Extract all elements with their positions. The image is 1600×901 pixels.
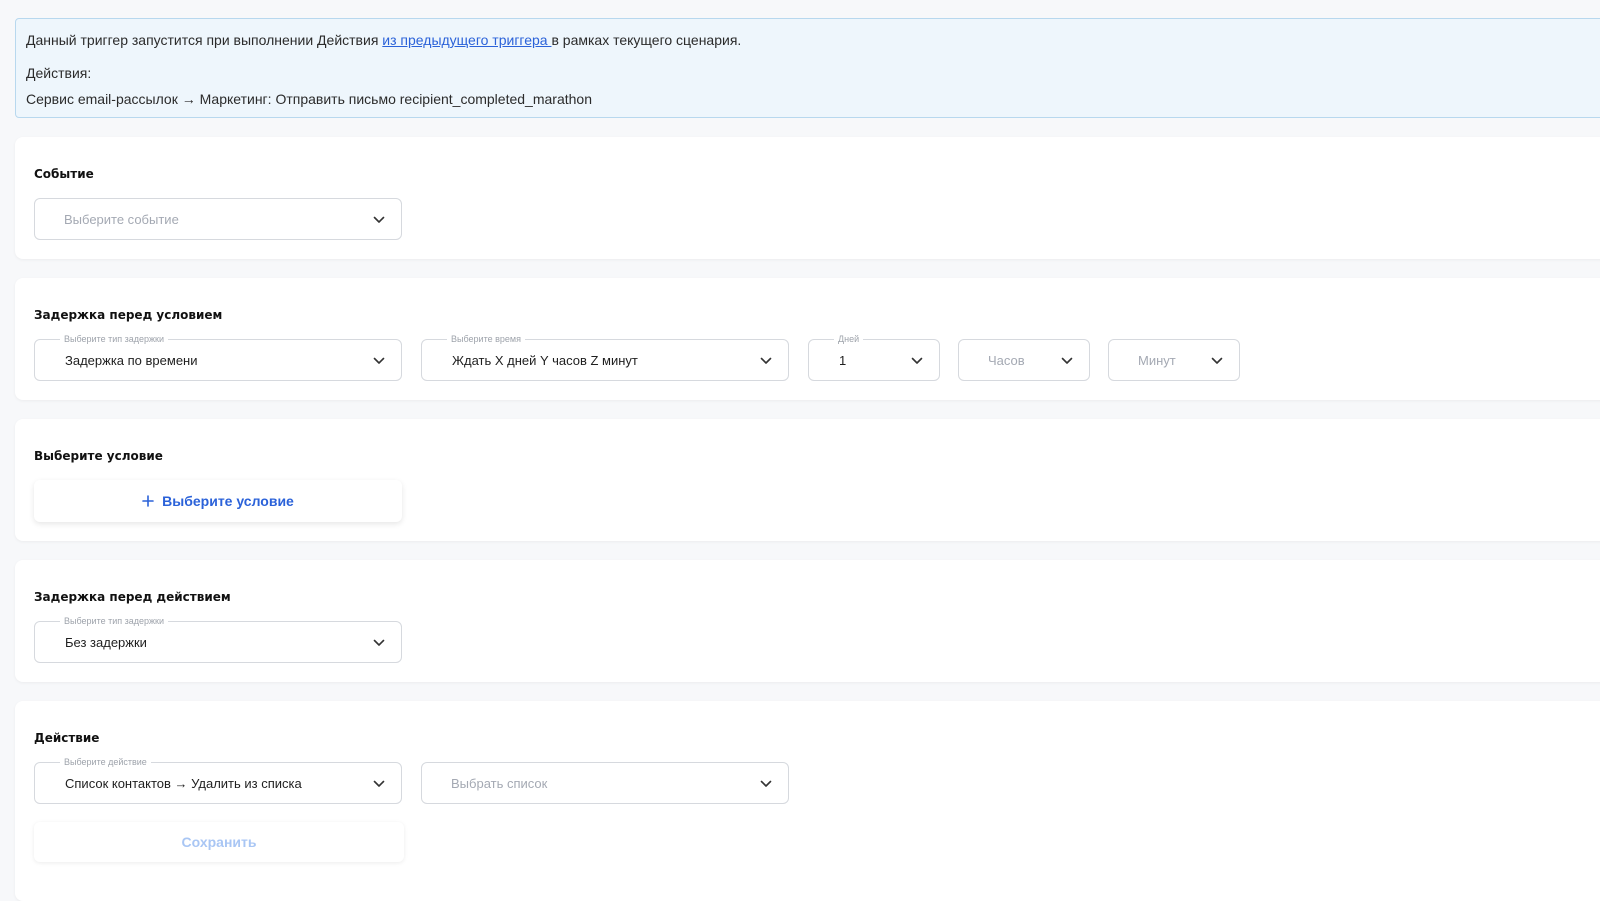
info-text-before: Данный триггер запустится при выполнении… — [26, 32, 383, 48]
days-value: 1 — [839, 353, 847, 368]
condition-card: Выберите условие Выберите условие — [15, 419, 1600, 541]
minutes-placeholder: Минут — [1138, 353, 1176, 368]
add-condition-label: Выберите условие — [162, 493, 294, 509]
chevron-down-icon — [373, 780, 385, 787]
action-value: Список контактов → Удалить из списка — [65, 776, 302, 791]
delay-type-label: Выберите тип задержки — [60, 333, 168, 345]
chevron-down-icon — [760, 357, 772, 364]
delay-time-label: Выберите время — [447, 333, 525, 345]
action-delay-type-select[interactable]: Выберите тип задержки Без задержки — [34, 615, 402, 663]
event-card: Событие Выберите событие — [15, 137, 1600, 259]
chevron-down-icon — [1211, 357, 1223, 364]
save-button[interactable]: Сохранить — [34, 822, 404, 862]
delay-type-select[interactable]: Выберите тип задержки Задержка по времен… — [34, 333, 402, 381]
chevron-down-icon — [1061, 357, 1073, 364]
action-title: Действие — [34, 731, 100, 745]
info-trigger-text: Данный триггер запустится при выполнении… — [26, 32, 741, 48]
action-select[interactable]: Выберите действие Список контактов → Уда… — [34, 756, 402, 804]
days-label: Дней — [834, 333, 864, 345]
add-condition-button[interactable]: Выберите условие — [34, 480, 402, 522]
days-select[interactable]: Дней 1 — [808, 333, 940, 381]
action-delay-type-label: Выберите тип задержки — [60, 615, 168, 627]
delay-condition-card: Задержка перед условием Выберите тип зад… — [15, 278, 1600, 400]
hours-select[interactable]: Часов — [958, 339, 1090, 381]
event-title: Событие — [34, 167, 94, 181]
info-banner: Данный триггер запустится при выполнении… — [15, 18, 1600, 118]
minutes-select[interactable]: Минут — [1108, 339, 1240, 381]
info-actions-value: Сервис email-рассылок → Маркетинг: Отпра… — [26, 91, 592, 107]
previous-trigger-link[interactable]: из предыдущего триггера — [382, 32, 551, 48]
chevron-down-icon — [760, 780, 772, 787]
condition-title: Выберите условие — [34, 449, 163, 463]
event-select-placeholder: Выберите событие — [64, 212, 179, 227]
chevron-down-icon — [373, 639, 385, 646]
chevron-down-icon — [911, 357, 923, 364]
delay-action-card: Задержка перед действием Выберите тип за… — [15, 560, 1600, 682]
info-actions-label: Действия: — [26, 65, 92, 81]
chevron-down-icon — [373, 216, 385, 223]
delay-condition-title: Задержка перед условием — [34, 308, 223, 322]
event-select[interactable]: Выберите событие — [34, 198, 402, 240]
hours-placeholder: Часов — [988, 353, 1025, 368]
delay-action-title: Задержка перед действием — [34, 590, 231, 604]
delay-time-value: Ждать X дней Y часов Z минут — [452, 353, 638, 368]
list-select[interactable]: Выбрать список — [421, 762, 789, 804]
action-delay-type-value: Без задержки — [65, 635, 147, 650]
info-text-after: в рамках текущего сценария. — [551, 32, 742, 48]
chevron-down-icon — [373, 357, 385, 364]
plus-icon — [142, 495, 154, 507]
delay-type-value: Задержка по времени — [65, 353, 198, 368]
action-card: Действие Выберите действие Список контак… — [15, 701, 1600, 901]
list-select-placeholder: Выбрать список — [451, 776, 548, 791]
action-label: Выберите действие — [60, 756, 151, 768]
delay-time-select[interactable]: Выберите время Ждать X дней Y часов Z ми… — [421, 333, 789, 381]
